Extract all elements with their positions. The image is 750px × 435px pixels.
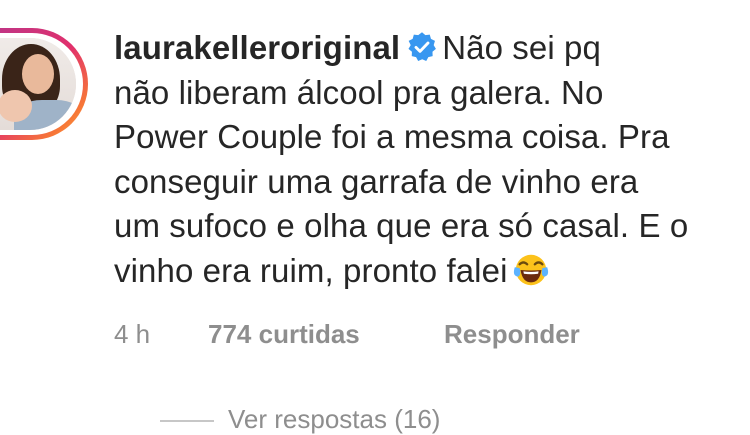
comment-body: laurakelleroriginal Não sei pq não liber… <box>114 26 744 294</box>
comment-timestamp: 4 h <box>114 319 151 349</box>
face-with-tears-of-joy-icon <box>513 254 548 286</box>
avatar-story-ring[interactable] <box>0 28 88 140</box>
comment-text-line-6: vinho era ruim, pronto falei <box>114 251 508 289</box>
comment-username[interactable]: laurakelleroriginal <box>114 29 400 66</box>
comment-likes-link[interactable]: 774 curtidas <box>208 319 444 350</box>
reply-button[interactable]: Responder <box>444 319 580 350</box>
view-replies-divider <box>160 420 214 423</box>
comment-text-line-4: conseguir uma garrafa de vinho era <box>114 162 639 200</box>
comment-text-line-1: Não sei pq <box>442 29 601 66</box>
avatar-face <box>22 54 54 94</box>
comment-text-line-5: um sufoco e olha que era só casal. E o <box>114 207 689 245</box>
verified-badge-icon <box>408 32 437 62</box>
view-replies-button[interactable]: Ver respostas (16) <box>160 404 440 435</box>
comment-text-line-2: não liberam álcool pra galera. No <box>114 73 604 111</box>
avatar[interactable] <box>0 38 76 130</box>
comment-text-line-3: Power Couple foi a mesma coisa. Pra <box>114 118 670 156</box>
avatar-ring-gap <box>0 33 83 135</box>
view-replies-label: Ver respostas (16) <box>228 404 441 434</box>
comment-meta: 4 h 774 curtidas Responder <box>114 319 580 350</box>
